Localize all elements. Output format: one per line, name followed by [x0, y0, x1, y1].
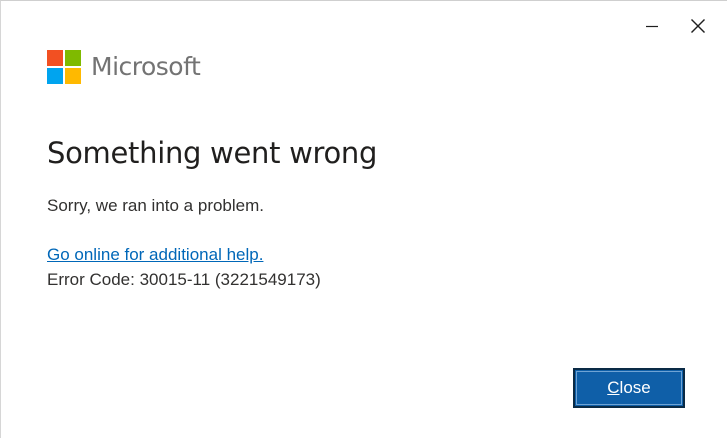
error-message: Sorry, we ran into a problem. [47, 196, 264, 215]
close-button[interactable]: Close [573, 368, 685, 408]
window-close-button[interactable] [675, 5, 721, 47]
logo-square-green [65, 50, 81, 66]
close-icon [691, 19, 705, 33]
logo-square-yellow [65, 68, 81, 84]
close-button-mnemonic: C [607, 378, 620, 397]
close-button-label: lose [619, 378, 651, 397]
error-dialog-window: Microsoft Something went wrong Sorry, we… [0, 0, 727, 438]
minimize-icon [646, 25, 658, 28]
logo-square-blue [47, 68, 63, 84]
online-help-link[interactable]: Go online for additional help. [47, 244, 263, 266]
dialog-title: Something went wrong [47, 136, 378, 170]
error-code-text: Error Code: 30015-11 (3221549173) [47, 270, 321, 289]
minimize-button[interactable] [629, 5, 675, 47]
logo-square-red [47, 50, 63, 66]
microsoft-brand: Microsoft [47, 49, 201, 85]
microsoft-logo-icon [47, 50, 81, 84]
brand-name: Microsoft [91, 52, 201, 81]
